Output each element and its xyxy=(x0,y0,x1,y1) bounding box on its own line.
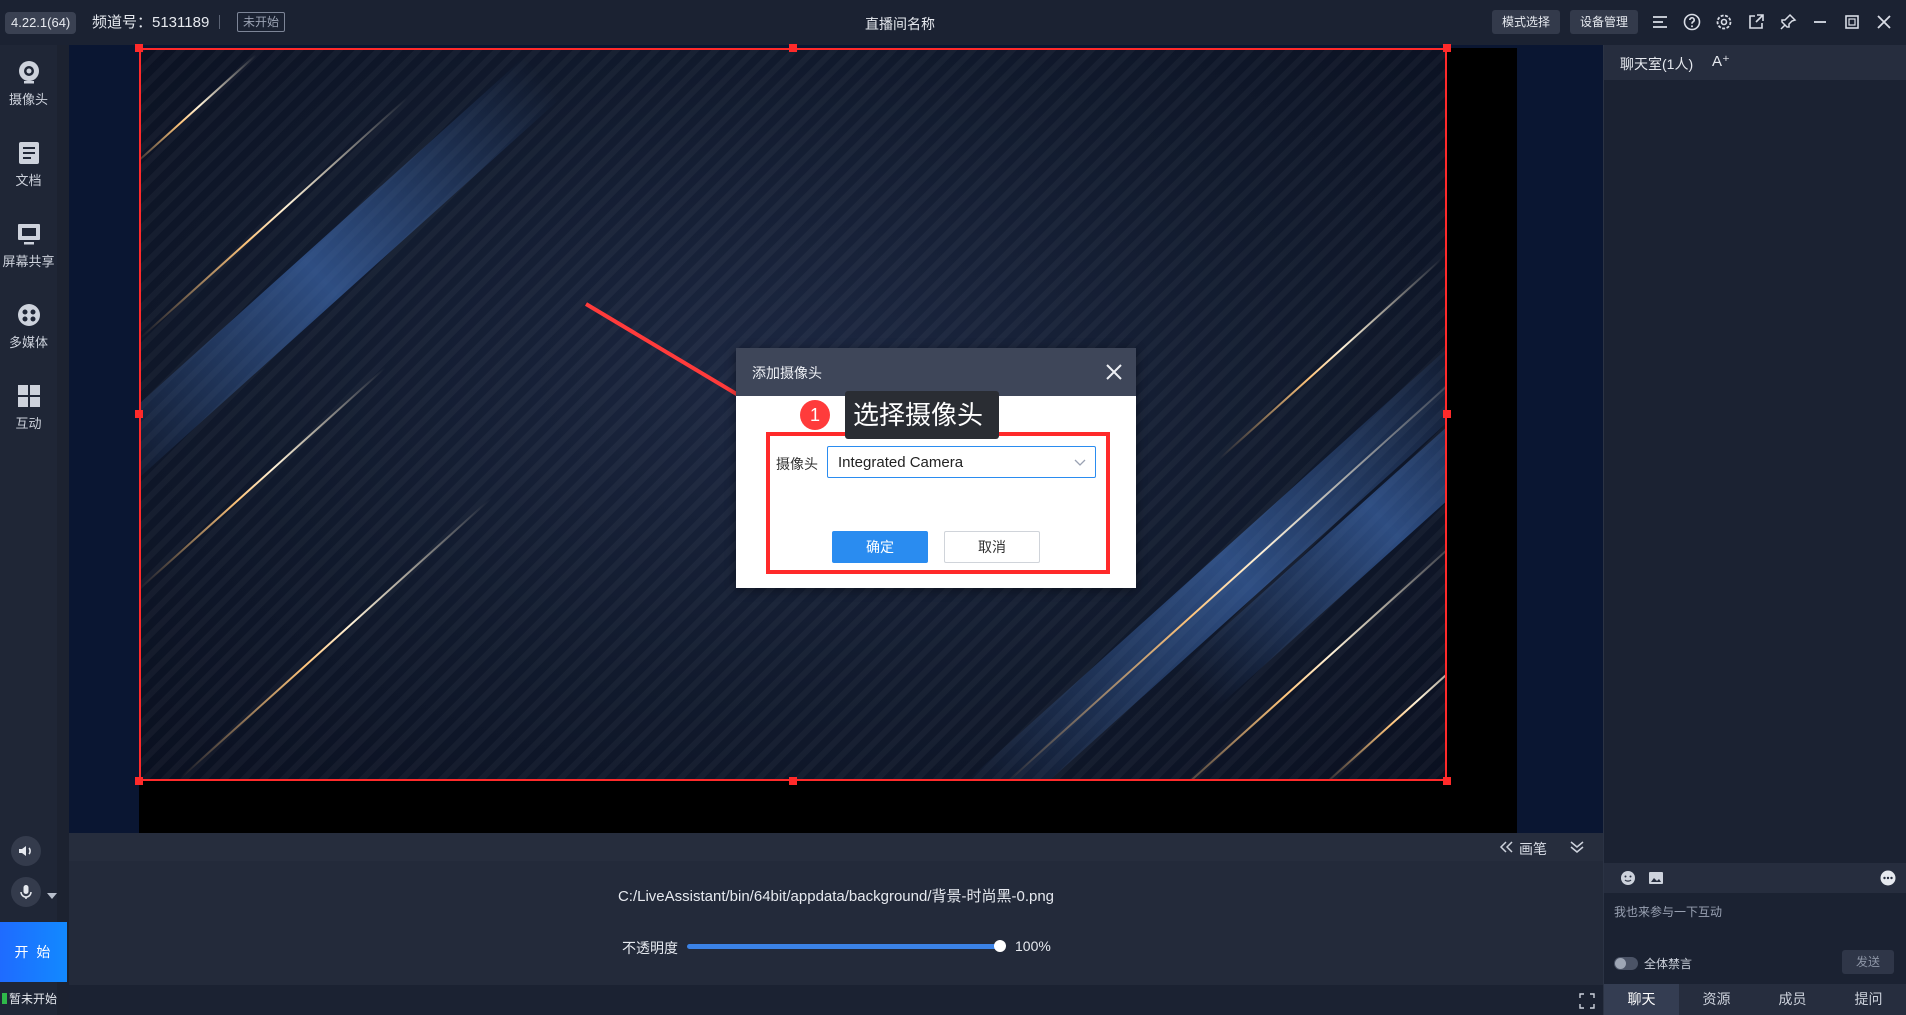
opacity-slider-thumb[interactable] xyxy=(994,940,1006,952)
device-manage-button[interactable]: 设备管理 xyxy=(1570,10,1639,34)
microphone-icon xyxy=(20,885,32,899)
resize-handle[interactable] xyxy=(789,777,797,785)
external-link-icon[interactable] xyxy=(1746,12,1766,32)
maximize-icon[interactable] xyxy=(1842,12,1862,32)
annotation-tip: 选择摄像头 xyxy=(845,391,1000,439)
collapse-left-icon[interactable] xyxy=(1499,840,1515,854)
pin-icon[interactable] xyxy=(1778,12,1798,32)
close-icon[interactable] xyxy=(1874,12,1894,32)
sidebar-item-document[interactable]: 文档 xyxy=(0,130,57,202)
close-icon xyxy=(1106,364,1122,380)
multimedia-icon xyxy=(17,304,40,326)
resize-handle[interactable] xyxy=(135,410,143,418)
signal-icon xyxy=(2,993,7,1004)
image-icon[interactable] xyxy=(1648,870,1664,886)
list-icon[interactable] xyxy=(1650,12,1670,32)
opacity-value: 100% xyxy=(1015,938,1051,954)
left-sidebar: 摄像头 文档 屏幕共享 多媒体 互动 xyxy=(0,45,57,1015)
microphone-button[interactable] xyxy=(11,877,41,907)
sidebar-item-label: 文档 xyxy=(15,173,42,188)
resize-handle[interactable] xyxy=(135,44,143,52)
sidebar-item-label: 互动 xyxy=(15,416,42,431)
resize-handle[interactable] xyxy=(1443,44,1451,52)
background-file-path: C:/LiveAssistant/bin/64bit/appdata/backg… xyxy=(617,888,1055,905)
mute-all-toggle[interactable] xyxy=(1614,957,1638,970)
camera-icon xyxy=(18,61,39,84)
chat-tabs: 聊天 资源 成员 提问 xyxy=(1604,984,1906,1015)
chat-input[interactable]: 我也来参与一下互动 xyxy=(1614,903,1722,920)
sidebar-item-interact[interactable]: 互动 xyxy=(0,373,57,445)
speaker-icon xyxy=(19,846,31,856)
collapse-down-icon[interactable] xyxy=(1569,840,1585,854)
chat-room-title: 聊天室(1人) xyxy=(1620,56,1694,72)
tab-members[interactable]: 成员 xyxy=(1755,984,1830,1015)
document-icon xyxy=(18,142,39,164)
chat-header: 聊天室(1人) A⁺ xyxy=(1604,45,1906,80)
dialog-close-button[interactable] xyxy=(1102,360,1126,384)
annotation-highlight-box xyxy=(766,432,1110,574)
resize-handle[interactable] xyxy=(135,777,143,785)
mode-select-button[interactable]: 模式选择 xyxy=(1492,10,1561,34)
opacity-label: 不透明度 xyxy=(622,940,678,956)
top-bar: 4.22.1(64) 频道号：5131189 未开始 直播间名称 模式选择 设备… xyxy=(0,0,1906,45)
sidebar-item-screen-share[interactable]: 屏幕共享 xyxy=(0,211,57,283)
screen-share-icon xyxy=(17,224,40,245)
opacity-slider[interactable] xyxy=(687,944,1000,949)
source-properties-panel xyxy=(69,861,1603,985)
resize-handle[interactable] xyxy=(789,44,797,52)
tool-strip xyxy=(69,833,1603,861)
sidebar-item-label: 多媒体 xyxy=(8,335,48,350)
tab-resources[interactable]: 资源 xyxy=(1679,984,1754,1015)
live-status: 暂未开始 xyxy=(0,984,67,1015)
chat-toolbar xyxy=(1604,863,1906,893)
brush-label[interactable]: 画笔 xyxy=(1519,839,1547,859)
settings-icon[interactable] xyxy=(1714,12,1734,32)
fullscreen-icon[interactable] xyxy=(1579,993,1595,1009)
minimize-icon[interactable] xyxy=(1810,12,1830,32)
sidebar-item-multimedia[interactable]: 多媒体 xyxy=(0,292,57,364)
resize-handle[interactable] xyxy=(1443,410,1451,418)
emoji-icon[interactable] xyxy=(1620,870,1636,886)
annotation-number: 1 xyxy=(800,400,830,430)
speaker-button[interactable] xyxy=(11,836,41,866)
help-icon[interactable] xyxy=(1682,12,1702,32)
footer-strip xyxy=(69,985,1603,1015)
toggle-knob xyxy=(1615,958,1626,969)
more-icon[interactable] xyxy=(1880,870,1896,886)
tab-questions[interactable]: 提问 xyxy=(1831,984,1906,1015)
font-size-icon[interactable]: A⁺ xyxy=(1712,52,1730,70)
sidebar-item-label: 屏幕共享 xyxy=(2,254,55,269)
resize-handle[interactable] xyxy=(1443,777,1451,785)
send-button[interactable]: 发送 xyxy=(1842,950,1894,974)
microphone-dropdown-caret[interactable] xyxy=(47,893,57,899)
start-live-button[interactable]: 开 始 xyxy=(0,922,67,982)
dialog-title: 添加摄像头 xyxy=(752,365,822,381)
sidebar-item-camera[interactable]: 摄像头 xyxy=(0,49,57,121)
interact-icon xyxy=(17,385,40,407)
mute-all-label: 全体禁言 xyxy=(1644,957,1693,971)
live-status-text: 暂未开始 xyxy=(9,992,58,1006)
tab-chat[interactable]: 聊天 xyxy=(1604,984,1679,1015)
dialog-header: 添加摄像头 xyxy=(736,348,1136,396)
sidebar-item-label: 摄像头 xyxy=(8,92,48,107)
chat-panel: 聊天室(1人) A⁺ 我也来参与一下互动 全体禁言 发送 聊天 资源 成员 提问 xyxy=(1603,45,1906,1015)
